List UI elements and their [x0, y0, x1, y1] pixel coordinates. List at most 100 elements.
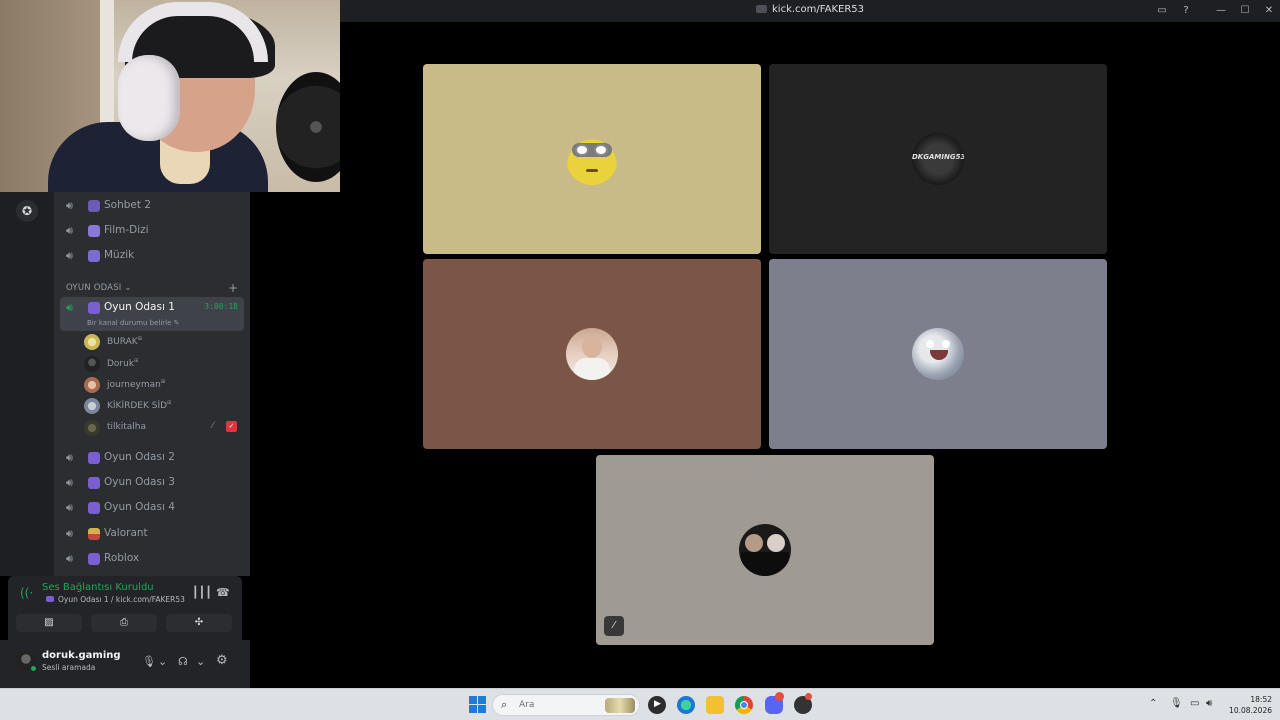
taskbar-search[interactable]: ⌕ Ara — [492, 694, 640, 716]
noise-suppression-icon[interactable]: ┃┃┃ — [192, 586, 212, 599]
category-oyun-odasi[interactable]: OYUN ODASI ⌄ — [66, 283, 132, 293]
speaker-icon: 🔊︎ — [66, 527, 73, 540]
channel-oyun-odasi-3[interactable]: 🔊︎ Oyun Odası 3 — [60, 472, 244, 494]
discord-icon[interactable] — [765, 692, 784, 714]
video-tile[interactable]: ⁄ — [596, 455, 934, 645]
chrome-icon[interactable] — [735, 696, 753, 714]
voice-member[interactable]: Doruk⊞ — [84, 354, 244, 374]
channel-film-dizi[interactable]: 🔊︎ Film-Dizi — [60, 220, 244, 242]
sid-avatar — [912, 328, 964, 380]
channel-muzik[interactable]: 🔊︎ Müzik — [60, 245, 244, 267]
screen: kick.com/FAKER53 ▭ ? — ☐ ✕ ✪ 🔊︎ Sohbet 2… — [0, 0, 1280, 720]
voice-member[interactable]: BURAK⊞ — [84, 332, 244, 352]
microphone-icon[interactable]: 🎙︎ — [142, 655, 156, 668]
chevron-down-icon[interactable]: ⌄ — [196, 655, 205, 668]
channel-sohbet-2[interactable]: 🔊︎ Sohbet 2 — [60, 195, 244, 217]
mic-muted-icon: ⁄ — [212, 421, 214, 431]
display-icon[interactable]: ▭ — [1190, 698, 1199, 709]
volume-icon[interactable]: 🔊︎ — [1206, 698, 1212, 709]
channel-status-input[interactable]: Bir kanal durumu belirle ✎ — [87, 319, 207, 327]
avatar — [84, 377, 100, 393]
dkgaming-logo: DKGAMING53 — [912, 133, 964, 185]
chevron-up-icon[interactable]: ⌃ — [1149, 698, 1157, 709]
deafened-icon: ✓ — [226, 421, 237, 432]
headphones-icon[interactable]: ☊ — [178, 655, 188, 668]
title-bar: kick.com/FAKER53 ▭ ? — ☐ ✕ — [340, 0, 1280, 22]
fan-image — [276, 72, 340, 182]
speaker-icon: 🔊︎ — [66, 224, 73, 237]
speaker-icon: 🔊︎ — [66, 249, 73, 262]
activities-button[interactable]: ✣ — [166, 614, 232, 632]
signal-icon: ((· — [20, 586, 34, 600]
video-tile[interactable]: DKGAMING53 — [769, 64, 1107, 254]
speaker-icon: 🔊︎ — [66, 476, 73, 489]
speaker-icon: 🔊︎ — [66, 451, 73, 464]
monitor-icon — [756, 5, 767, 13]
call-timer: 3:00:18 — [204, 302, 238, 311]
avatar — [84, 334, 100, 350]
gamepad-icon — [88, 452, 100, 464]
channel-valorant[interactable]: 🔊︎ Valorant — [60, 523, 244, 545]
channel-oyun-odasi-4[interactable]: 🔊︎ Oyun Odası 4 — [60, 497, 244, 519]
valorant-icon — [88, 528, 100, 540]
speaker-icon: 🔊︎ — [66, 501, 73, 514]
pencil-icon: ✎ — [173, 319, 180, 327]
chevron-down-icon: ⌄ — [124, 283, 132, 293]
search-icon: ⌕ — [501, 698, 508, 711]
minimize-button[interactable]: — — [1214, 4, 1228, 18]
screen-share-button[interactable]: ⎙ — [91, 614, 157, 632]
camera-off-button[interactable]: ▨ — [16, 614, 82, 632]
inbox-icon[interactable]: ▭ — [1155, 4, 1169, 18]
explore-icon[interactable]: ✪ — [16, 200, 38, 222]
maximize-button[interactable]: ☐ — [1238, 4, 1252, 18]
microphone-icon[interactable]: 🎙︎ — [1170, 698, 1183, 709]
gamepad-icon — [88, 502, 100, 514]
gamepad-icon — [46, 596, 54, 602]
voice-member[interactable]: KİKİRDEK SİD⊞ — [84, 396, 244, 416]
speaker-icon: 🔊︎ — [66, 199, 73, 212]
user-panel: doruk.gaming Sesli aramada 🎙︎ ⌄ ☊ ⌄ ⚙ — [0, 640, 250, 688]
man-avatar — [566, 328, 618, 380]
edge-icon[interactable] — [677, 696, 695, 714]
voice-member[interactable]: journeyman⊞ — [84, 375, 244, 395]
headphones-image — [118, 2, 268, 62]
speaker-icon: 🔊︎ — [66, 301, 73, 314]
avatar — [84, 420, 100, 436]
avatar — [84, 356, 100, 372]
gamepad-icon — [88, 477, 100, 489]
webcam-overlay — [0, 0, 340, 192]
add-channel-button[interactable]: + — [228, 281, 238, 295]
voice-member[interactable]: tilkitalha ⁄ ✓ — [84, 418, 244, 438]
video-tile[interactable] — [423, 259, 761, 449]
gamepad-icon — [88, 302, 100, 314]
file-explorer-icon[interactable] — [706, 696, 724, 714]
media-player-icon[interactable]: ▶ — [648, 696, 666, 714]
gear-icon[interactable]: ⚙ — [216, 653, 228, 668]
taskbar: ⌕ Ara ▶ ⌃ 🎙︎ ▭ 🔊︎ 18:52 10.08.2026 — [0, 688, 1280, 720]
avatar — [84, 398, 100, 414]
clock[interactable]: 18:52 10.08.2026 — [1222, 694, 1272, 716]
film-icon — [88, 225, 100, 237]
window-title: kick.com/FAKER53 — [340, 4, 1280, 15]
voice-connection-panel: ((· Ses Bağlantısı Kuruldu Oyun Odası 1 … — [8, 576, 242, 640]
minion-icon — [566, 133, 618, 185]
channel-emoji-icon — [88, 200, 100, 212]
music-note-icon — [88, 250, 100, 262]
disconnect-icon[interactable]: ☎ — [216, 586, 230, 599]
channel-roblox[interactable]: 🔊︎ Roblox — [60, 548, 244, 570]
speaker-icon: 🔊︎ — [66, 552, 73, 565]
channel-oyun-odasi-2[interactable]: 🔊︎ Oyun Odası 2 — [60, 447, 244, 469]
status-dot — [30, 665, 37, 672]
app-icon[interactable] — [794, 693, 812, 714]
close-button[interactable]: ✕ — [1262, 4, 1276, 18]
help-icon[interactable]: ? — [1179, 4, 1193, 18]
video-tile[interactable] — [769, 259, 1107, 449]
chevron-down-icon[interactable]: ⌄ — [158, 655, 167, 668]
search-highlight-image — [605, 698, 635, 713]
duo-avatar — [739, 524, 791, 576]
mic-muted-icon: ⁄ — [604, 616, 624, 636]
windows-start-icon[interactable] — [469, 696, 487, 714]
roblox-icon — [88, 553, 100, 565]
video-tile[interactable] — [423, 64, 761, 254]
server-rail: ✪ — [0, 192, 54, 576]
